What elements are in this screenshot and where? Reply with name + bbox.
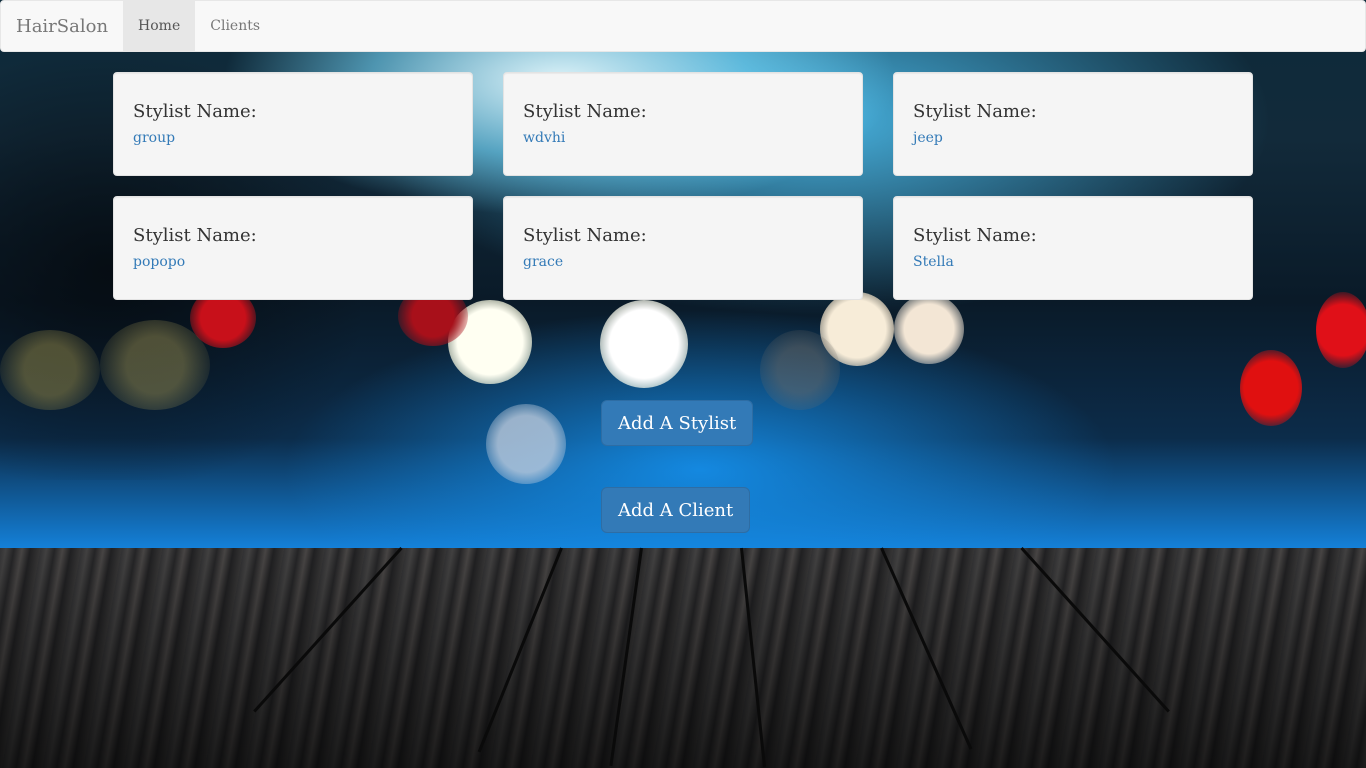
brand-link[interactable]: HairSalon	[1, 1, 123, 51]
stylist-link[interactable]: jeep	[913, 128, 1233, 148]
stylist-name-label: Stylist Name:	[523, 225, 647, 246]
stylist-card: Stylist Name: Stella	[893, 196, 1253, 300]
stylist-card: Stylist Name: jeep	[893, 72, 1253, 176]
stylist-name-label: Stylist Name:	[133, 225, 257, 246]
bokeh-light	[0, 330, 100, 410]
nav-item-clients[interactable]: Clients	[195, 1, 275, 51]
stylist-card: Stylist Name: grace	[503, 196, 863, 300]
bokeh-light	[1316, 292, 1366, 368]
add-client-button[interactable]: Add A Client	[601, 487, 751, 533]
stylist-name-label: Stylist Name:	[913, 225, 1037, 246]
stylist-link[interactable]: Stella	[913, 252, 1233, 272]
bokeh-light	[100, 320, 210, 410]
bokeh-light	[760, 330, 840, 410]
wooden-floor	[0, 548, 1366, 768]
stylist-name-label: Stylist Name:	[913, 101, 1037, 122]
nav-item-home[interactable]: Home	[123, 1, 196, 51]
bokeh-light	[894, 294, 964, 364]
bokeh-light	[1240, 350, 1302, 426]
add-stylist-button[interactable]: Add A Stylist	[601, 400, 754, 446]
stylist-link[interactable]: popopo	[133, 252, 453, 272]
stylist-name-label: Stylist Name:	[523, 101, 647, 122]
bokeh-light	[600, 300, 688, 388]
stylist-card: Stylist Name: wdvhi	[503, 72, 863, 176]
stylist-card: Stylist Name: group	[113, 72, 473, 176]
navbar: HairSalon Home Clients	[0, 0, 1366, 52]
stylist-name-label: Stylist Name:	[133, 101, 257, 122]
stylist-card: Stylist Name: popopo	[113, 196, 473, 300]
bokeh-light	[486, 404, 566, 484]
stylist-link[interactable]: grace	[523, 252, 843, 272]
stylist-link[interactable]: wdvhi	[523, 128, 843, 148]
stylist-link[interactable]: group	[133, 128, 453, 148]
